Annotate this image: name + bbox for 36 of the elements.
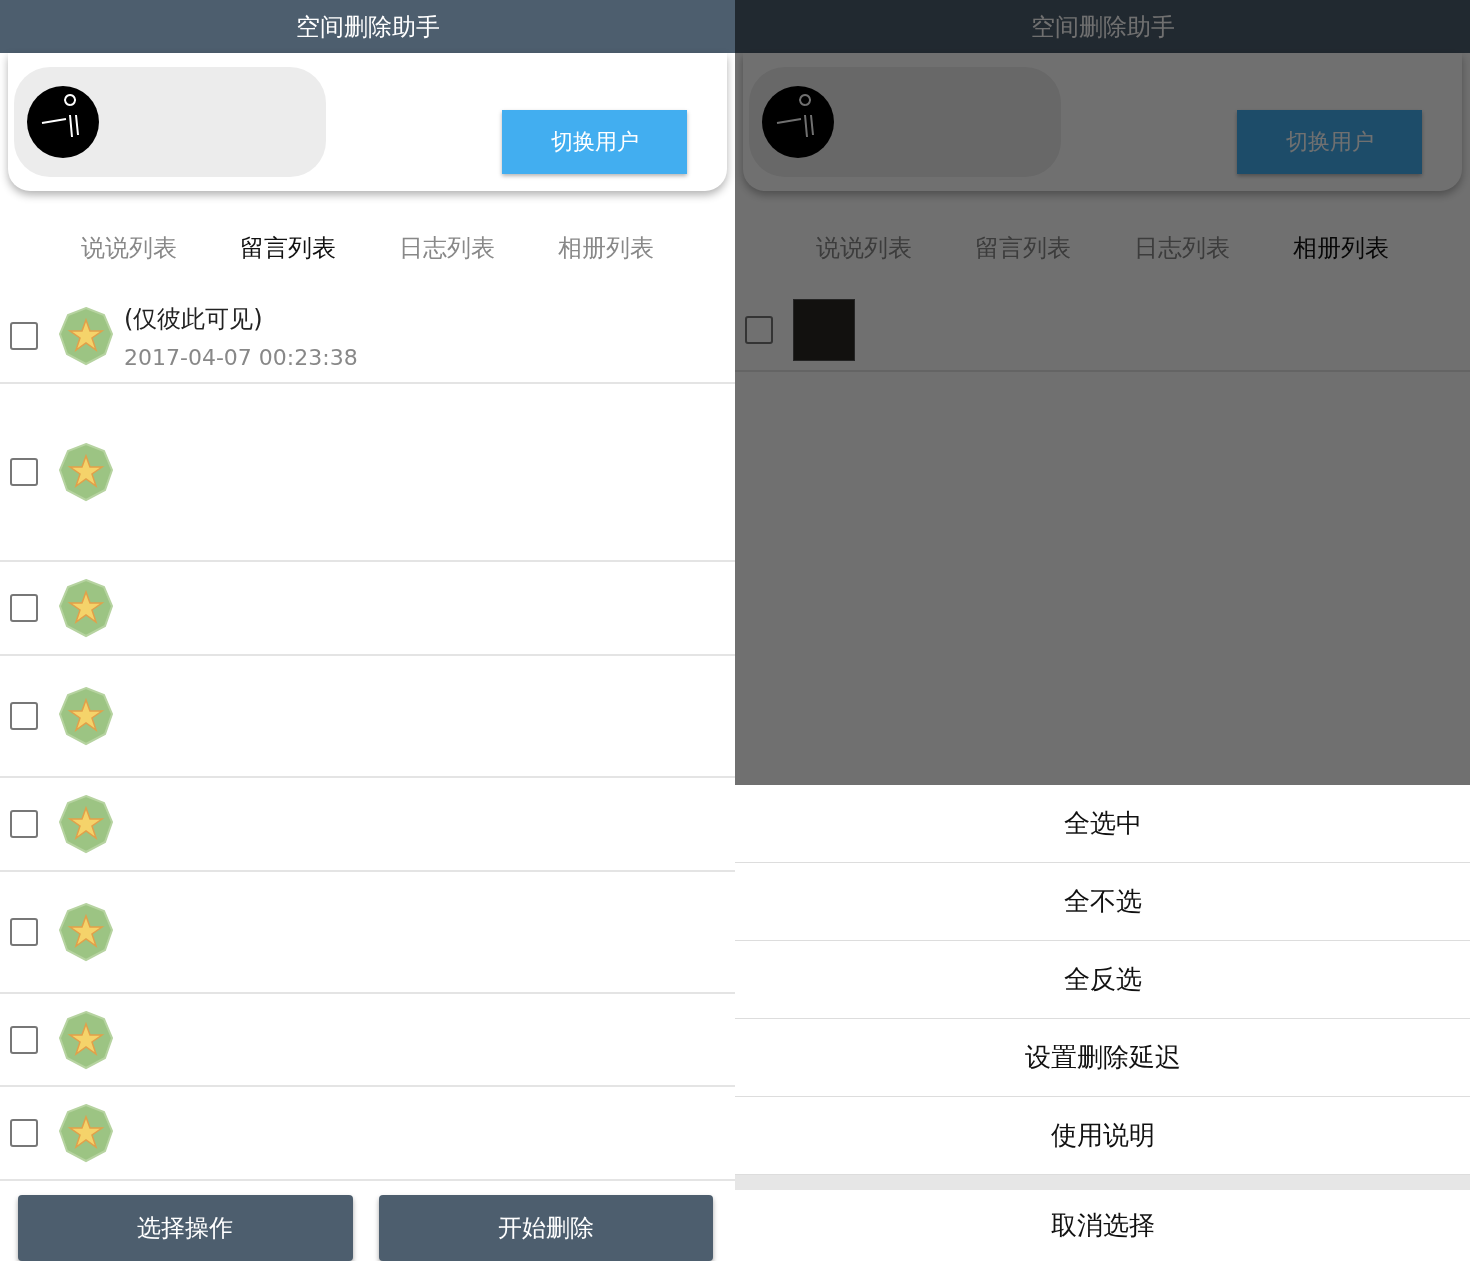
checkbox[interactable] [745, 316, 773, 344]
checkbox[interactable] [10, 1119, 38, 1147]
avatar-icon [26, 85, 100, 159]
message-text: (仅彼此可见) [124, 303, 264, 335]
message-time: 2017-04-07 00:23:38 [124, 344, 358, 370]
checkbox[interactable] [10, 594, 38, 622]
checkbox[interactable] [10, 1025, 38, 1054]
star-badge-icon [58, 442, 114, 502]
menu-item[interactable]: 设置删除延迟 [735, 1019, 1470, 1097]
tab[interactable]: 说说列表 [77, 223, 182, 272]
checkbox[interactable] [10, 918, 38, 946]
avatar-icon [761, 85, 835, 159]
cancel-item[interactable]: 取消选择 [735, 1190, 1470, 1261]
checkbox[interactable] [10, 322, 38, 350]
menu-item[interactable]: 全选中 [735, 785, 1470, 863]
app-title: 空间删除助手 [735, 0, 1470, 53]
checkbox[interactable] [10, 810, 38, 838]
app-title: 空间删除助手 [0, 0, 735, 53]
star-badge-icon [58, 578, 114, 638]
photo-placeholder [793, 299, 855, 361]
checkbox[interactable] [10, 702, 38, 730]
action-button[interactable]: 选择操作 [18, 1195, 353, 1261]
tab[interactable]: 相册列表 [1288, 223, 1393, 272]
menu-item[interactable]: 全不选 [735, 863, 1470, 941]
action-button[interactable]: 开始删除 [378, 1195, 713, 1261]
star-badge-icon [58, 794, 114, 854]
star-badge-icon [58, 306, 114, 366]
tab[interactable]: 相册列表 [553, 223, 658, 272]
tab[interactable]: 留言列表 [236, 223, 341, 272]
star-badge-icon [58, 686, 114, 746]
star-badge-icon [58, 902, 114, 962]
checkbox[interactable] [10, 458, 38, 486]
tab[interactable]: 日志列表 [394, 223, 499, 272]
menu-item[interactable]: 全反选 [735, 941, 1470, 1019]
star-badge-icon [58, 1009, 114, 1070]
star-badge-icon [58, 1103, 114, 1163]
